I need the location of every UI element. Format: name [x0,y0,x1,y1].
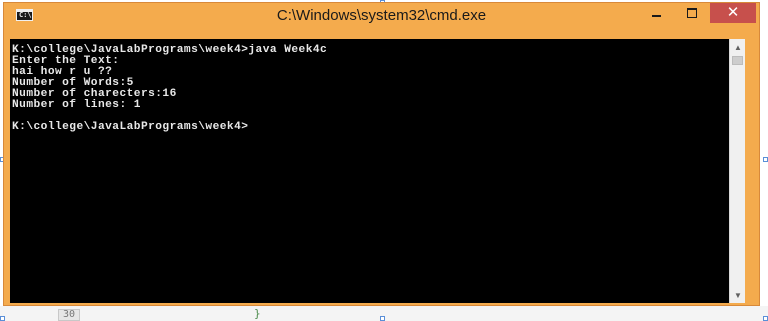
scroll-down-arrow-icon[interactable]: ▼ [730,287,746,303]
maximize-button[interactable] [676,3,708,23]
minimize-button[interactable] [640,3,672,23]
close-icon: ✕ [726,4,740,21]
console-output[interactable]: K:\college\JavaLabPrograms\week4>java We… [10,39,730,303]
console-line: Number of Words:5 [12,77,134,89]
editor-line-number: 30 [58,309,80,321]
scroll-up-arrow-icon[interactable]: ▲ [730,39,746,55]
close-button[interactable]: ✕ [710,3,756,23]
scrollbar-thumb[interactable] [732,56,743,65]
console-line: Number of charecters:16 [12,88,177,100]
selection-handle-bottom-right[interactable] [763,316,768,321]
title-bar[interactable]: C:\ C:\Windows\system32\cmd.exe ✕ [4,3,759,30]
console-prompt-line: K:\college\JavaLabPrograms\week4> [12,121,249,133]
console-line: K:\college\JavaLabPrograms\week4>java We… [12,44,328,56]
editor-brace: } [254,307,261,320]
selection-handle-bottom-left[interactable] [0,316,5,321]
selection-handle-bottom[interactable] [380,316,385,321]
minimize-icon [651,15,661,17]
console-line: Number of lines: 1 [12,99,141,111]
console-line: hai how r u ?? [12,66,113,78]
console-lines: K:\college\JavaLabPrograms\week4>java We… [10,39,730,133]
maximize-icon [687,8,697,18]
vertical-scrollbar[interactable]: ▲ ▼ [729,39,745,303]
selection-handle-right[interactable] [763,157,768,162]
console-line: Enter the Text: [12,55,120,67]
